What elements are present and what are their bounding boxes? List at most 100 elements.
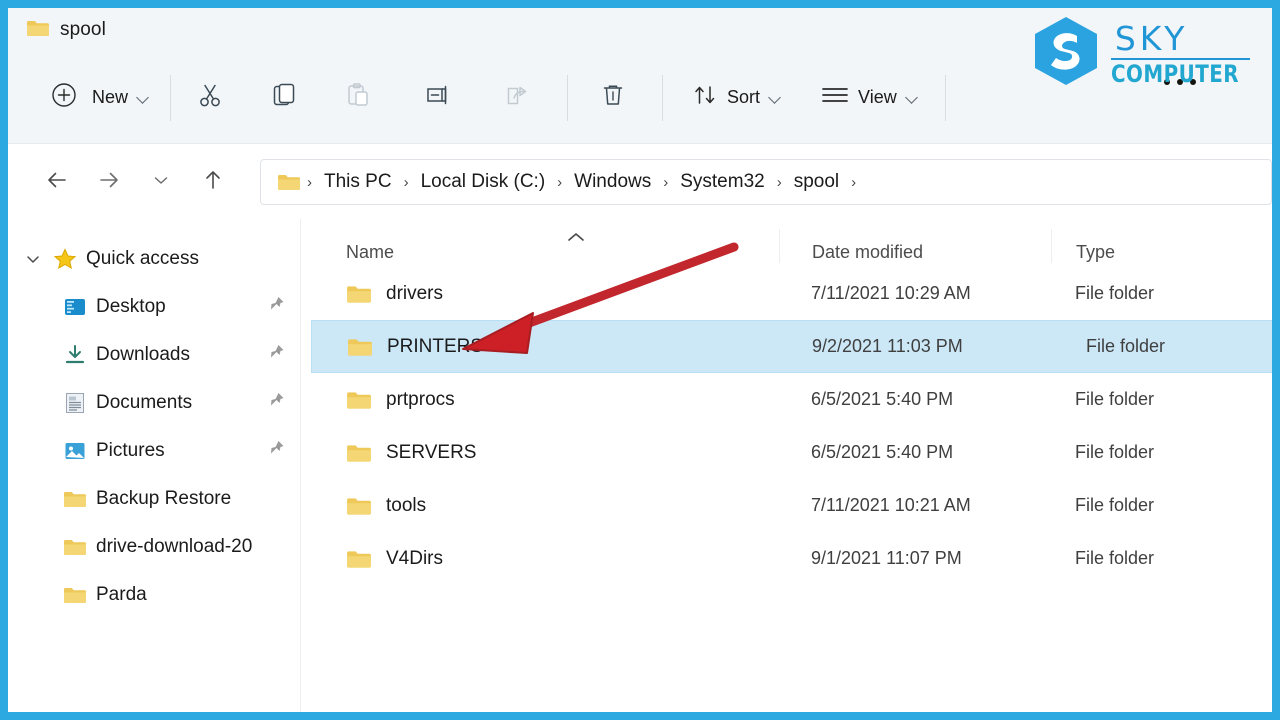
sidebar-item-label: Documents [96,392,193,413]
rename-button[interactable] [411,76,465,120]
breadcrumb-item-windows[interactable]: Windows [568,168,657,196]
file-date-cell: 6/5/2021 5:40 PM [811,442,954,462]
folder-icon [346,548,372,570]
sidebar-item-pictures[interactable]: Pictures [8,427,300,475]
column-header-name[interactable]: Name [301,233,779,263]
view-button[interactable]: View [812,77,927,118]
sidebar-item-label: Quick access [86,248,199,269]
picture-icon [58,439,92,463]
sidebar-item-label: Pictures [96,440,165,461]
new-button[interactable]: New [42,75,158,120]
scissors-icon [196,81,224,114]
chevron-down-icon[interactable] [137,92,149,104]
sort-button[interactable]: Sort [683,75,790,120]
pin-icon[interactable] [266,391,286,416]
table-row[interactable]: drivers 7/11/2021 10:29 AM File folder [301,267,1272,320]
folder-icon [346,283,372,305]
breadcrumb-separator: › [307,173,312,191]
folder-icon [58,489,92,509]
folder-icon [346,389,372,411]
file-name-cell: PRINTERS [312,336,790,358]
file-list-pane: Name Date modified Type drivers 7/11/202… [301,219,1272,712]
share-icon [504,81,532,114]
sidebar-item-documents[interactable]: Documents [8,379,300,427]
sidebar-item-parda[interactable]: Parda [8,571,300,619]
back-button[interactable] [34,159,80,205]
cut-button[interactable] [183,76,237,120]
sidebar-item-backup-restore[interactable]: Backup Restore [8,475,300,523]
arrow-right-icon [96,167,122,198]
trash-icon [599,81,627,114]
breadcrumb-item-this-pc[interactable]: This PC [318,168,398,196]
up-button[interactable] [190,159,236,205]
file-type-cell: File folder [1075,442,1155,462]
desktop-icon [58,295,92,319]
file-date-cell: 9/2/2021 11:03 PM [812,336,963,356]
chevron-down-icon[interactable] [769,92,781,104]
pin-icon[interactable] [266,343,286,368]
table-row[interactable]: PRINTERS 9/2/2021 11:03 PM File folder [311,320,1272,373]
file-name-label: V4Dirs [386,547,444,569]
document-icon [58,391,92,415]
column-header-label: Date modified [812,242,924,262]
column-header-label: Name [346,242,395,262]
copy-button[interactable] [257,76,311,120]
breadcrumb-item-local-disk[interactable]: Local Disk (C:) [415,168,552,196]
column-header-row: Name Date modified Type [301,219,1272,267]
breadcrumb-separator: › [557,173,563,191]
sidebar-item-label: Backup Restore [96,488,232,509]
sidebar-item-label: drive-download-20 [96,536,253,557]
file-name-cell: tools [301,495,779,517]
forward-button[interactable] [86,159,132,205]
sidebar-item-desktop[interactable]: Desktop [8,283,300,331]
folder-icon [277,172,301,192]
file-name-label: drivers [386,282,444,304]
file-date-cell: 7/11/2021 10:29 AM [811,283,971,303]
chevron-up-icon [566,230,586,247]
delete-button[interactable] [586,76,640,120]
chevron-down-icon[interactable] [906,92,918,104]
breadcrumb-item-system32[interactable]: System32 [674,168,770,196]
toolbar-divider [567,74,569,121]
toolbar-divider [170,74,172,121]
breadcrumb-item-spool[interactable]: spool [788,168,845,196]
breadcrumb-separator: › [403,173,409,191]
paste-button[interactable] [331,76,385,120]
plus-circle-icon [51,82,77,113]
sidebar-item-quick-access[interactable]: Quick access [8,235,300,283]
file-name-label: tools [386,494,427,516]
address-bar[interactable]: › This PC › Local Disk (C:) › Windows › … [260,159,1272,205]
pin-icon[interactable] [266,295,286,320]
column-header-type[interactable]: Type [1051,229,1272,263]
folder-icon [58,585,92,605]
column-header-label: Type [1076,242,1116,262]
file-type-cell: File folder [1086,336,1166,356]
sidebar-item-drive-download[interactable]: drive-download-20 [8,523,300,571]
table-row[interactable]: SERVERS 6/5/2021 5:40 PM File folder [301,426,1272,479]
folder-icon [26,18,50,43]
table-row[interactable]: tools 7/11/2021 10:21 AM File folder [301,479,1272,532]
star-icon [48,247,82,271]
navigation-bar: › This PC › Local Disk (C:) › Windows › … [8,145,1272,219]
folder-icon [58,537,92,557]
column-header-date-modified[interactable]: Date modified [779,229,1051,263]
share-button[interactable] [491,76,545,120]
paste-icon [344,81,372,114]
table-row[interactable]: V4Dirs 9/1/2021 11:07 PM File folder [301,532,1272,585]
file-date-cell: 9/1/2021 11:07 PM [811,548,962,568]
explorer-body: Quick access Desktop Downloads Documents… [8,219,1272,712]
file-name-cell: prtprocs [301,389,779,411]
breadcrumb-separator: › [663,173,669,191]
file-name-label: PRINTERS [387,335,484,357]
sidebar-item-downloads[interactable]: Downloads [8,331,300,379]
file-type-cell: File folder [1075,283,1155,303]
file-type-cell: File folder [1075,548,1155,568]
screenshot-frame: spool New Sort View SKY COMPUTER › This … [0,0,1280,720]
sidebar-item-label: Parda [96,584,147,605]
chevron-down-icon[interactable] [18,250,48,268]
breadcrumb-separator: › [851,173,857,191]
sort-button-label: Sort [727,87,761,107]
table-row[interactable]: prtprocs 6/5/2021 5:40 PM File folder [301,373,1272,426]
recent-locations-button[interactable] [138,159,184,205]
pin-icon[interactable] [266,439,286,464]
